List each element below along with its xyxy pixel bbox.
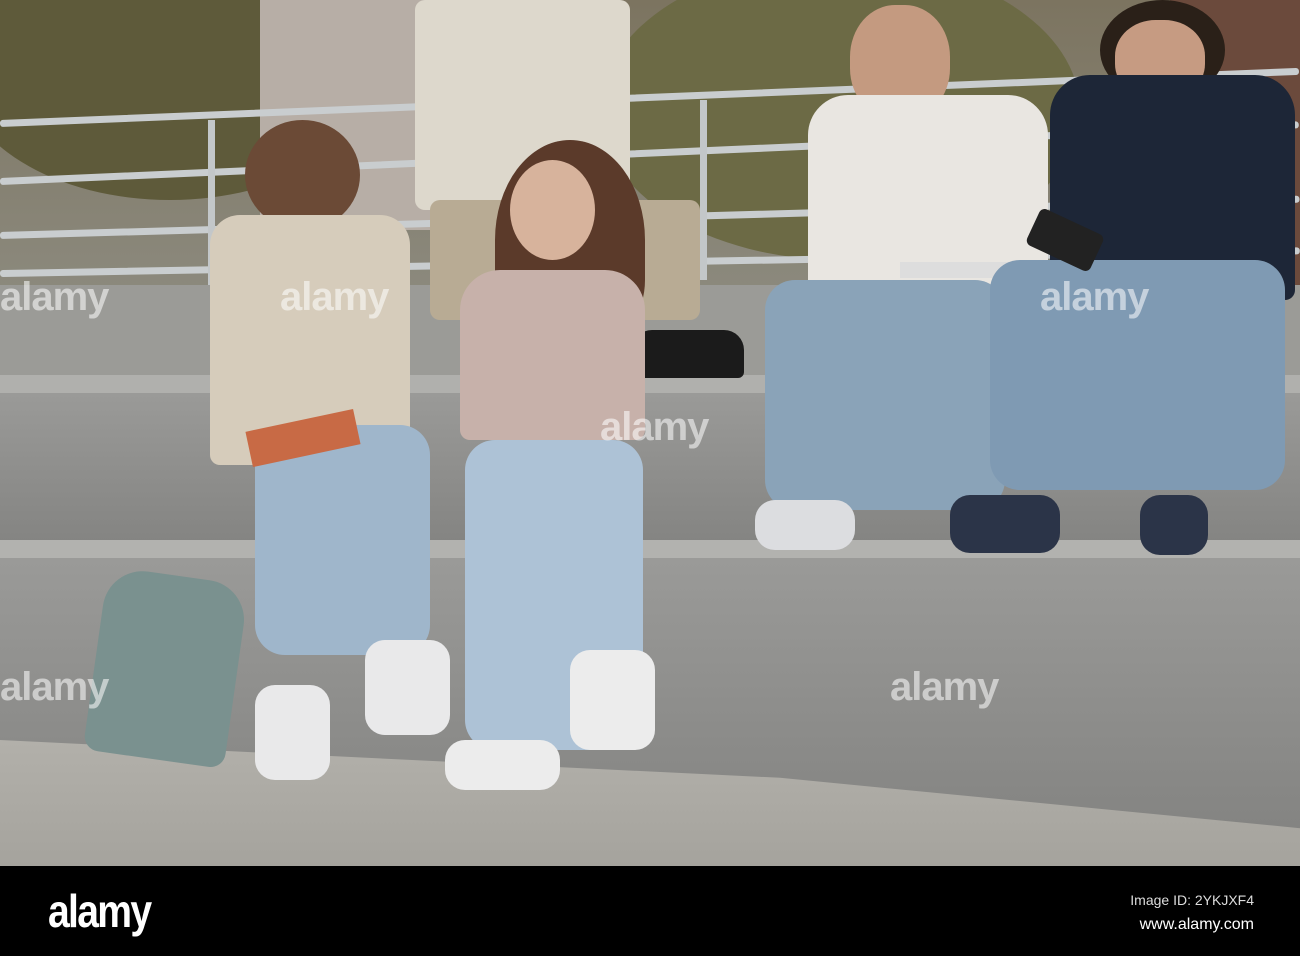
watermark: alamy — [0, 275, 109, 319]
watermark: alamy — [1040, 275, 1149, 319]
shoe — [632, 330, 744, 378]
watermark: alamy — [0, 665, 109, 709]
watermark: alamy — [280, 275, 389, 319]
website-link[interactable]: www.alamy.com — [1140, 916, 1254, 934]
watermark: alamy — [600, 405, 709, 449]
woman-middle-face — [510, 160, 595, 260]
sneaker — [755, 500, 855, 550]
sneaker — [570, 650, 655, 750]
sneaker — [445, 740, 560, 790]
woman-left-head — [245, 120, 360, 230]
railing-post — [700, 100, 707, 280]
image-id: Image ID: 2YKJXF4 — [1130, 892, 1254, 908]
alamy-logo: alamy — [48, 885, 152, 937]
sneaker — [255, 685, 330, 780]
footer-bar: alamy Image ID: 2YKJXF4 www.alamy.com — [0, 866, 1300, 956]
sneaker — [365, 640, 450, 735]
sneaker — [950, 495, 1060, 553]
watermark: alamy — [890, 665, 999, 709]
man-middle-jeans — [765, 280, 1005, 510]
sneaker — [1140, 495, 1208, 555]
step-ledge — [0, 540, 1300, 558]
stock-photo: alamy alamy alamy alamy alamy alamy — [0, 0, 1300, 866]
